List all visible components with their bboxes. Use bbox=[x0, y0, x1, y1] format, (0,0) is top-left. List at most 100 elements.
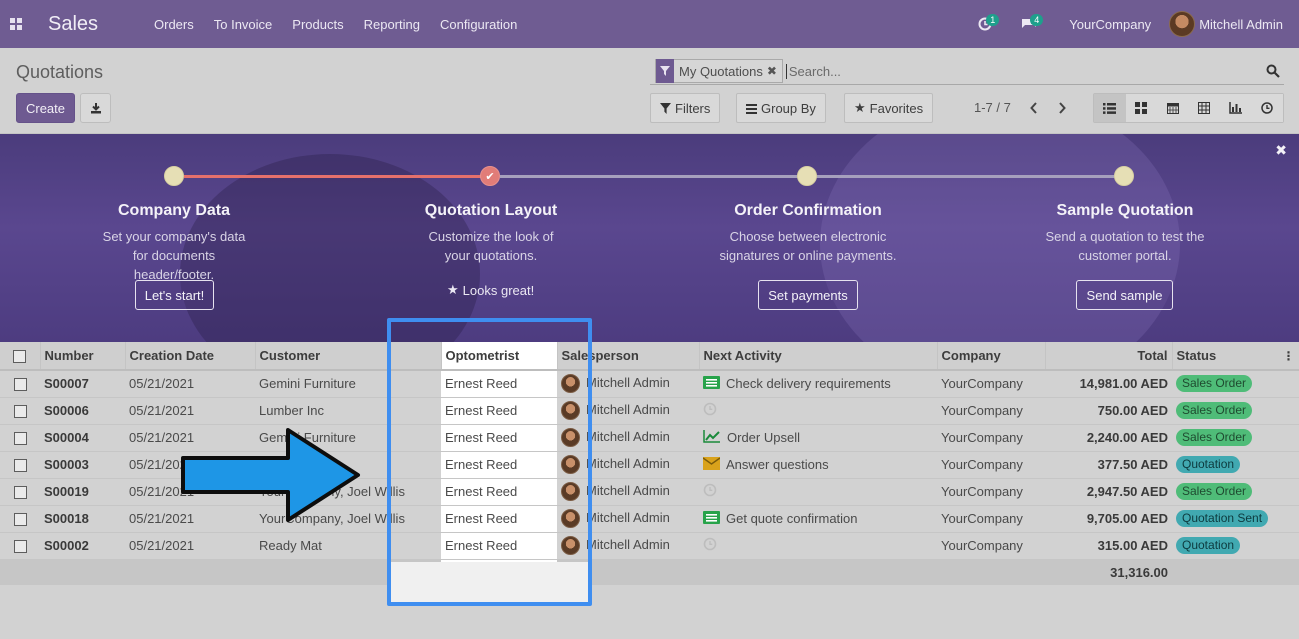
menu-item-configuration[interactable]: Configuration bbox=[430, 17, 527, 32]
column-header-salesperson[interactable]: Salesperson bbox=[557, 342, 700, 371]
lets-start-button[interactable]: Let's start! bbox=[135, 280, 214, 310]
favorites-button[interactable]: ★ Favorites bbox=[844, 93, 934, 123]
envelope-icon[interactable] bbox=[702, 456, 721, 473]
pager-previous-icon[interactable] bbox=[1023, 97, 1045, 119]
column-header-company[interactable]: Company bbox=[937, 342, 1046, 371]
clock-icon[interactable] bbox=[703, 402, 717, 419]
column-header-creation-date[interactable]: Creation Date bbox=[125, 342, 256, 371]
cell-customer: Gemini Furniture bbox=[255, 370, 441, 398]
app-name[interactable]: Sales bbox=[48, 13, 144, 36]
salesperson-name: Mitchell Admin bbox=[586, 482, 670, 498]
cell-status: Quotation bbox=[1172, 532, 1299, 560]
activity-clock-icon[interactable]: 1 bbox=[963, 0, 1007, 48]
messages-icon[interactable]: 4 bbox=[1007, 0, 1051, 48]
cell-optometrist: Ernest Reed bbox=[441, 532, 557, 560]
column-header-number[interactable]: Number bbox=[40, 342, 126, 371]
create-button[interactable]: Create bbox=[16, 93, 75, 123]
select-all-checkbox[interactable] bbox=[0, 342, 41, 371]
groupby-button[interactable]: Group By bbox=[736, 93, 826, 123]
activity-view-icon[interactable] bbox=[1251, 94, 1283, 122]
cell-salesperson: Mitchell Admin bbox=[557, 532, 699, 560]
cell-company: YourCompany bbox=[937, 478, 1045, 506]
step-title: Company Data bbox=[117, 202, 231, 219]
cell-next-activity[interactable]: Order Upsell bbox=[699, 424, 937, 452]
pager-value[interactable]: 1-7 / 7 bbox=[974, 100, 1011, 115]
clock-icon[interactable] bbox=[703, 483, 717, 500]
company-switcher[interactable]: YourCompany bbox=[1051, 17, 1169, 32]
cell-status: Sales Order bbox=[1172, 478, 1299, 506]
filter-icon bbox=[656, 59, 674, 83]
chart-line-icon[interactable] bbox=[703, 429, 721, 446]
cell-status: Sales Order bbox=[1172, 397, 1299, 425]
menu-item-to-invoice[interactable]: To Invoice bbox=[204, 17, 283, 32]
table-header-row: Number Creation Date Customer Optometris… bbox=[0, 342, 1299, 371]
pivot-view-icon[interactable] bbox=[1188, 94, 1220, 122]
table-row[interactable]: S00006 05/21/2021 Lumber Inc Ernest Reed Mit… bbox=[0, 397, 1299, 425]
column-header-total[interactable]: Total bbox=[1045, 342, 1173, 371]
search-input[interactable]: Search... bbox=[785, 63, 841, 79]
salesperson-name: Mitchell Admin bbox=[586, 509, 670, 525]
menu-item-orders[interactable]: Orders bbox=[144, 17, 204, 32]
cell-next-activity[interactable]: Get quote confirmation bbox=[699, 505, 937, 533]
call-icon[interactable] bbox=[703, 510, 720, 527]
banner-close-icon[interactable]: ✖ bbox=[1275, 142, 1287, 159]
call-icon[interactable] bbox=[703, 375, 720, 392]
cell-number: S00004 bbox=[40, 424, 125, 452]
row-checkbox[interactable] bbox=[0, 478, 40, 506]
menu-item-products[interactable]: Products bbox=[282, 17, 353, 32]
set-payments-button[interactable]: Set payments bbox=[758, 280, 858, 310]
table-row[interactable]: S00007 05/21/2021 Gemini Furniture Ernest R… bbox=[0, 370, 1299, 398]
filters-button[interactable]: Filters bbox=[650, 93, 721, 123]
optional-columns-icon[interactable]: ⋮ bbox=[1283, 349, 1295, 363]
control-panel: Quotations Create My Quotations ✖ Search… bbox=[0, 48, 1299, 134]
row-checkbox[interactable] bbox=[0, 505, 40, 533]
send-sample-button[interactable]: Send sample bbox=[1076, 280, 1173, 310]
cell-status: Sales Order bbox=[1172, 424, 1299, 452]
column-header-optometrist[interactable]: Optometrist bbox=[441, 342, 558, 371]
row-checkbox[interactable] bbox=[0, 532, 40, 560]
list-view-icon[interactable] bbox=[1094, 94, 1126, 122]
cell-next-activity[interactable] bbox=[699, 397, 937, 425]
column-header-next-activity[interactable]: Next Activity bbox=[699, 342, 938, 371]
menu-item-reporting[interactable]: Reporting bbox=[354, 17, 430, 32]
calendar-view-icon[interactable] bbox=[1157, 94, 1189, 122]
cell-optometrist: Ernest Reed bbox=[441, 478, 557, 506]
facet-remove-icon[interactable]: ✖ bbox=[767, 64, 782, 78]
download-button[interactable] bbox=[80, 93, 111, 123]
pager-next-icon[interactable] bbox=[1051, 97, 1073, 119]
star-icon: ★ bbox=[447, 282, 459, 297]
favorites-label: Favorites bbox=[869, 100, 924, 116]
step-sample-quotation: Sample Quotation Send a quotation to tes… bbox=[1010, 202, 1240, 265]
facet-label: My Quotations bbox=[679, 63, 763, 79]
looks-great-status: ★ Looks great! bbox=[447, 282, 534, 298]
status-badge: Quotation bbox=[1176, 537, 1241, 554]
graph-view-icon[interactable] bbox=[1220, 94, 1252, 122]
column-header-customer[interactable]: Customer bbox=[255, 342, 442, 371]
step-description: Send a quotation to test the customer po… bbox=[1045, 229, 1205, 263]
messages-badge: 4 bbox=[1030, 14, 1044, 26]
kanban-view-icon[interactable] bbox=[1125, 94, 1157, 122]
filter-facet[interactable]: My Quotations ✖ bbox=[655, 59, 783, 83]
cell-company: YourCompany bbox=[937, 370, 1045, 398]
column-header-status[interactable]: Status ⋮ bbox=[1172, 342, 1299, 371]
step-company-data: Company Data Set your company's data for… bbox=[59, 202, 289, 284]
bars-icon bbox=[746, 103, 757, 114]
cell-next-activity[interactable]: Answer questions bbox=[699, 451, 937, 479]
cell-next-activity[interactable]: Check delivery requirements bbox=[699, 370, 937, 398]
user-menu[interactable]: Mitchell Admin bbox=[1169, 11, 1299, 37]
cell-next-activity[interactable] bbox=[699, 478, 937, 506]
clock-icon[interactable] bbox=[703, 537, 717, 554]
search-icon[interactable] bbox=[1266, 64, 1280, 78]
cell-status: Quotation bbox=[1172, 451, 1299, 479]
cell-number: S00018 bbox=[40, 505, 125, 533]
cell-next-activity[interactable] bbox=[699, 532, 937, 560]
row-checkbox[interactable] bbox=[0, 451, 40, 479]
row-checkbox[interactable] bbox=[0, 397, 40, 425]
row-checkbox[interactable] bbox=[0, 370, 40, 398]
page-title: Quotations bbox=[16, 62, 104, 82]
row-checkbox[interactable] bbox=[0, 424, 40, 452]
cell-salesperson: Mitchell Admin bbox=[557, 370, 699, 398]
cell-total: 315.00 AED bbox=[1045, 532, 1172, 560]
table-row[interactable]: S00002 05/21/2021 Ready Mat Ernest Reed Mitc… bbox=[0, 532, 1299, 560]
apps-menu-icon[interactable] bbox=[0, 0, 32, 48]
